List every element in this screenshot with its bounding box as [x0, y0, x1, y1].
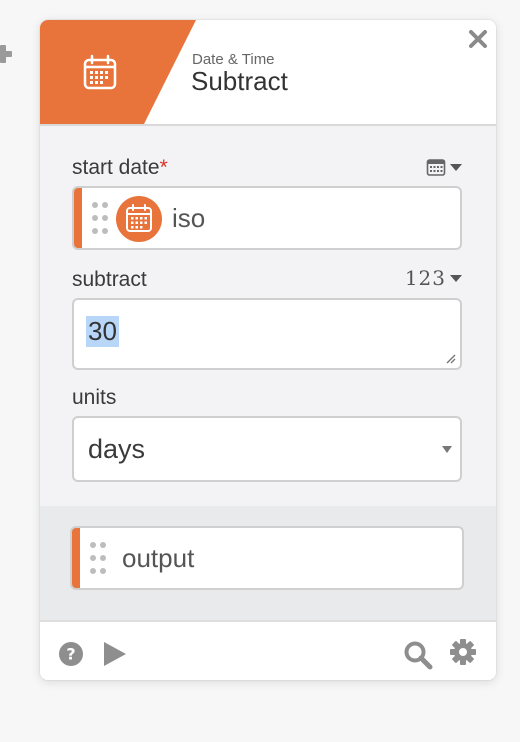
required-marker: *: [159, 156, 168, 179]
header-title: Subtract: [191, 66, 288, 96]
pill-accent-stripe: [72, 528, 80, 588]
pill-accent-stripe: [74, 188, 82, 248]
drag-handle-icon[interactable]: [90, 542, 110, 576]
svg-text:?: ?: [66, 645, 75, 664]
search-icon[interactable]: [403, 640, 433, 670]
start-date-type-toggle[interactable]: [426, 157, 462, 177]
number-type-label: 123: [404, 266, 446, 290]
drag-handle-icon[interactable]: [92, 202, 112, 236]
close-icon[interactable]: [468, 29, 488, 49]
subtract-type-toggle[interactable]: 123: [405, 266, 462, 290]
add-step-plus-icon[interactable]: [0, 44, 14, 64]
calendar-icon: [83, 54, 117, 90]
chevron-down-icon: [450, 274, 462, 282]
start-date-input-pill[interactable]: iso: [72, 186, 462, 250]
help-icon[interactable]: ?: [58, 641, 84, 667]
subtract-label: subtract: [72, 268, 147, 291]
start-date-value: iso: [172, 203, 206, 233]
subtract-input[interactable]: 30: [72, 298, 462, 370]
calendar-icon: [116, 196, 162, 242]
calendar-icon: [426, 159, 446, 176]
step-card: Date & Time Subtract start date* iso sub…: [40, 20, 496, 680]
chevron-down-icon: [450, 163, 462, 171]
card-footer: ?: [40, 620, 496, 680]
card-header: Date & Time Subtract: [40, 20, 496, 126]
units-selected-value: days: [88, 434, 146, 464]
subtract-value: 30: [86, 316, 119, 347]
output-pill[interactable]: output: [70, 526, 464, 590]
output-label: output: [122, 543, 195, 573]
chevron-down-icon: [442, 446, 452, 453]
gear-icon[interactable]: [449, 638, 477, 666]
play-icon[interactable]: [102, 640, 128, 668]
resize-grip-icon[interactable]: [444, 352, 456, 364]
units-select[interactable]: days: [72, 416, 462, 482]
start-date-label-text: start date: [72, 156, 160, 179]
start-date-label: start date*: [72, 156, 168, 180]
units-label: units: [72, 386, 117, 409]
